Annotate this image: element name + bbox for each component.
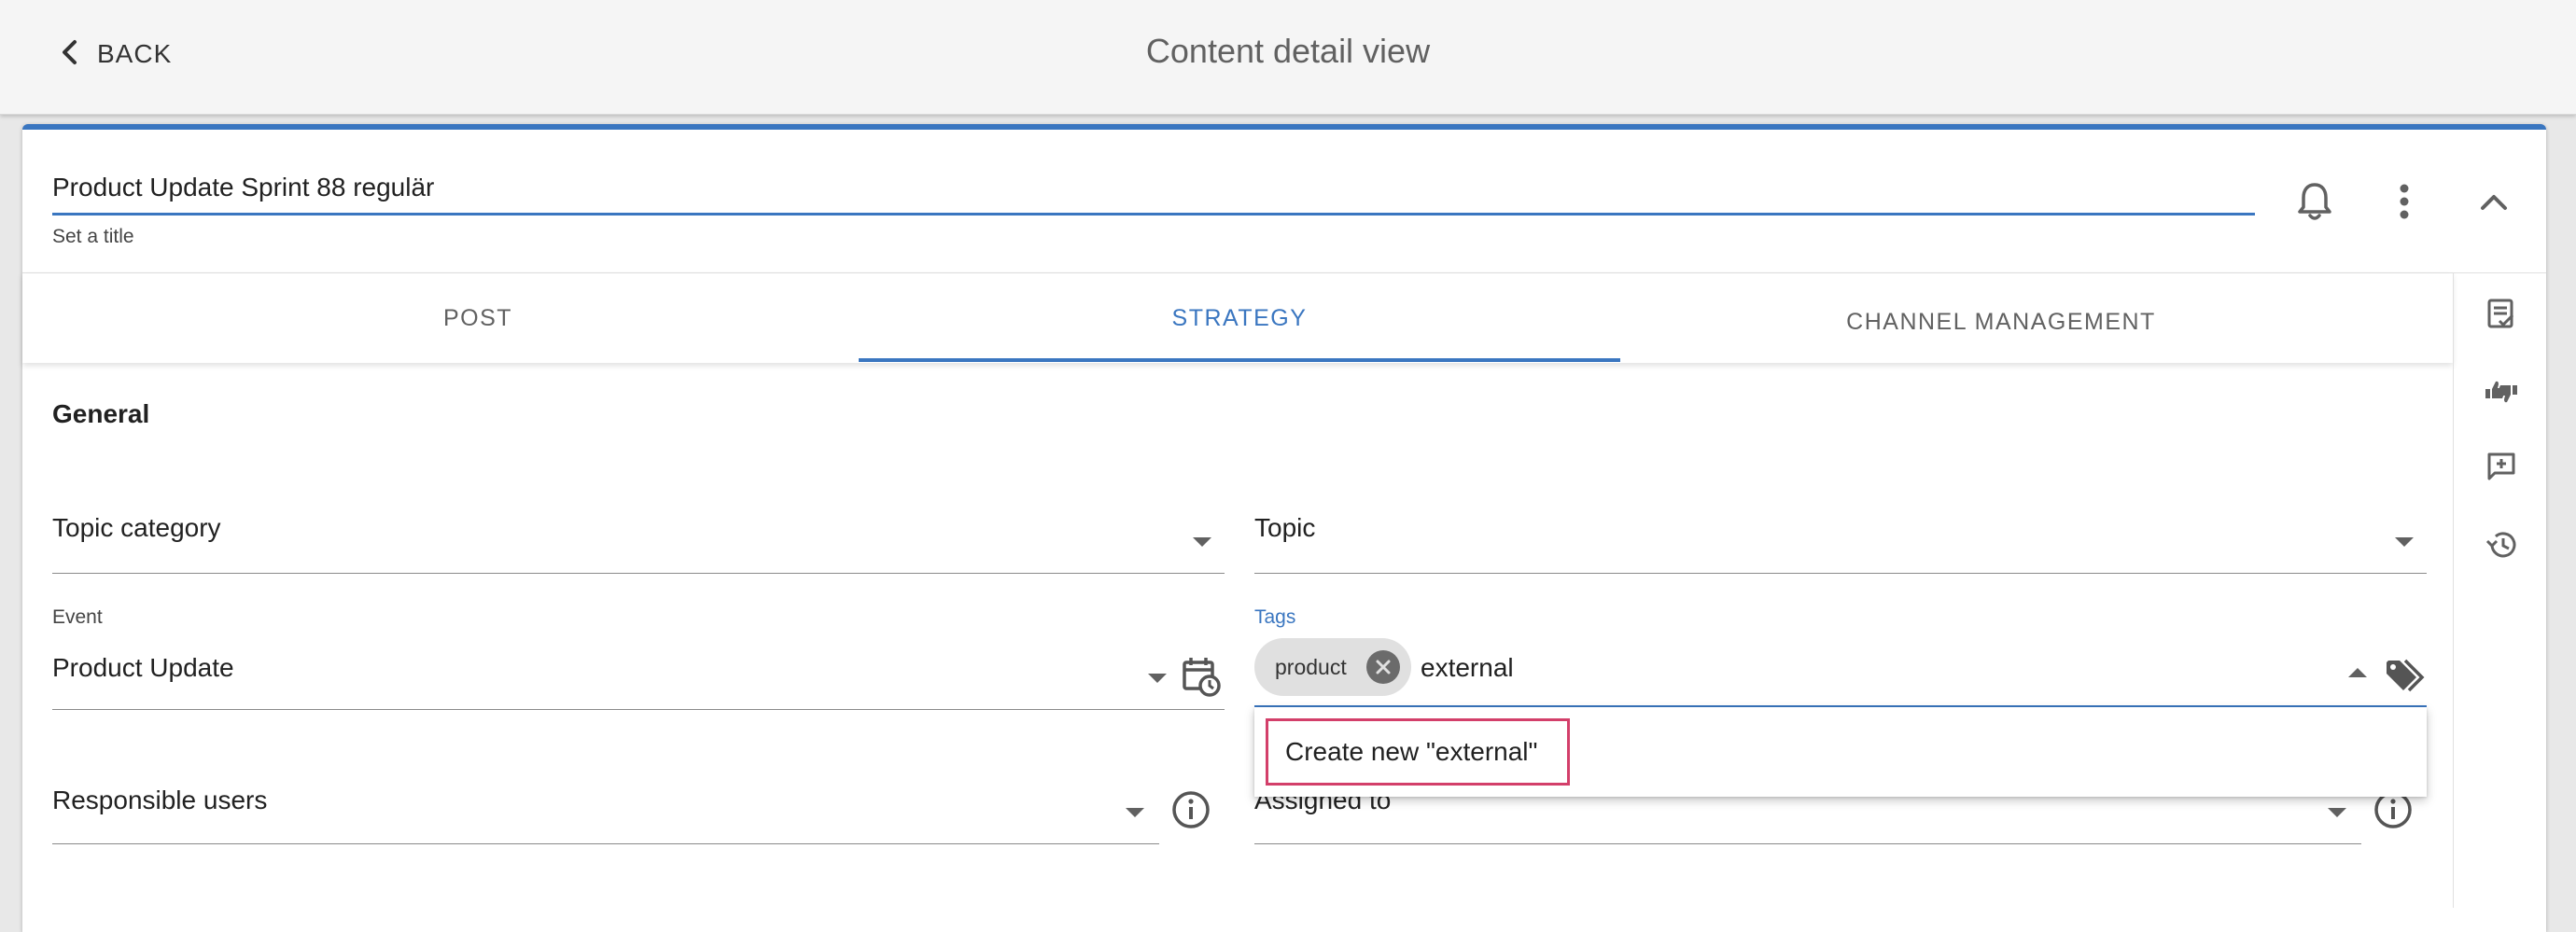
add-comment-icon[interactable] <box>2475 440 2527 493</box>
topic-select[interactable] <box>1254 573 2427 574</box>
responsible-users-select[interactable] <box>52 843 1159 844</box>
history-icon[interactable] <box>2475 519 2527 571</box>
more-vert-icon[interactable] <box>2378 175 2430 228</box>
responsible-users-dropdown-icon[interactable] <box>1126 808 1144 817</box>
topic-label: Topic <box>1254 513 1316 542</box>
checklist-icon[interactable] <box>2475 287 2527 340</box>
event-dropdown-icon[interactable] <box>1148 674 1167 683</box>
topic-category-dropdown-icon[interactable] <box>1193 537 1211 547</box>
topic-category-select[interactable] <box>52 573 1225 574</box>
assigned-to-select[interactable] <box>1254 843 2361 844</box>
tag-chip-label: product <box>1275 654 1347 679</box>
tags-label: Tags <box>1254 606 1296 628</box>
chip-remove-icon[interactable] <box>1366 650 1400 684</box>
tag-chip: product <box>1254 638 1411 696</box>
page-title: Content detail view <box>1145 32 1431 70</box>
tab-post[interactable]: POST <box>22 273 933 363</box>
thumbs-up-down-icon[interactable] <box>2475 366 2527 418</box>
event-value[interactable]: Product Update <box>52 653 234 683</box>
calendar-clock-icon[interactable] <box>1178 653 1225 700</box>
topic-dropdown-icon[interactable] <box>2395 537 2414 547</box>
event-label: Event <box>52 606 103 628</box>
event-select[interactable] <box>52 709 1225 710</box>
tags-icon[interactable] <box>2382 653 2429 700</box>
assigned-to-dropdown-icon[interactable] <box>2328 808 2346 817</box>
title-helper-text: Set a title <box>52 226 134 247</box>
right-rail-divider <box>2453 273 2454 908</box>
create-new-tag-option[interactable]: Create new "external" <box>1266 718 1570 786</box>
topic-category-label: Topic category <box>52 513 221 542</box>
active-tab-indicator <box>859 358 1620 362</box>
tab-channel-management[interactable]: CHANNEL MANAGEMENT <box>1620 277 2382 367</box>
chevron-up-icon[interactable] <box>2468 175 2520 228</box>
tags-dropdown-icon[interactable] <box>2348 668 2367 677</box>
info-icon[interactable] <box>1170 789 1211 830</box>
bell-icon[interactable] <box>2289 175 2341 228</box>
section-title-general: General <box>52 399 150 428</box>
tab-strategy[interactable]: STRATEGY <box>859 273 1620 363</box>
responsible-users-label: Responsible users <box>52 786 268 814</box>
tags-input[interactable]: external <box>1421 653 1514 683</box>
content-title-input[interactable]: Product Update Sprint 88 regulär <box>52 168 2255 216</box>
